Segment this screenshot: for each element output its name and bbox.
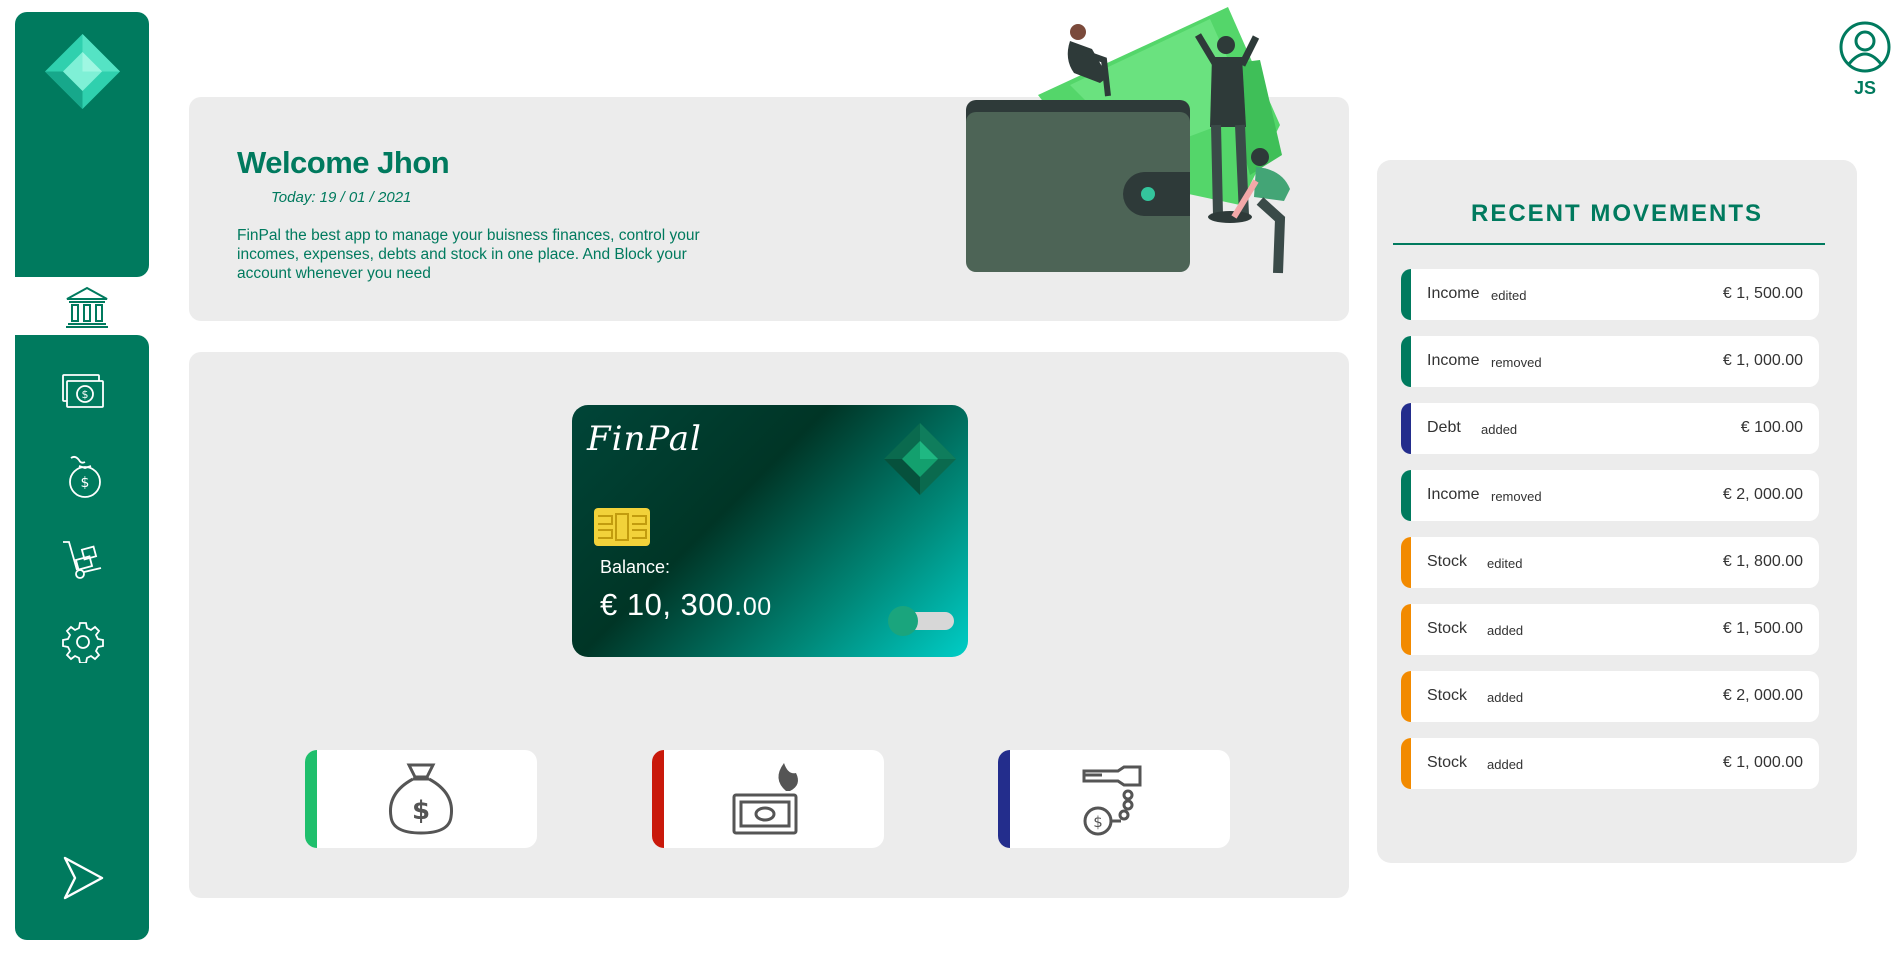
movement-type: Stock [1427,687,1468,704]
user-avatar[interactable]: JS [1838,20,1892,100]
movement-action: edited [1491,288,1527,303]
user-icon [1839,21,1891,73]
movement-item[interactable]: Stock added € 1, 000.00 [1401,738,1819,789]
movement-amount: € 1, 800.00 [1722,553,1803,570]
movement-amount: € 2, 000.00 [1722,486,1803,503]
recent-movements-panel: RECENT MOVEMENTS Income edited € 1, 500.00… [1377,160,1857,863]
send-icon[interactable] [55,850,111,906]
add-expense-button[interactable] [652,750,884,848]
balance-main: € 10, 300. [600,587,743,622]
block-account-toggle[interactable] [888,606,954,636]
burning-money-icon [652,750,884,848]
recent-movements-title: RECENT MOVEMENTS [1470,200,1763,227]
movement-type: Stock [1427,553,1468,570]
svg-text:$: $ [412,796,430,826]
balance-label: Balance: [600,557,671,577]
movement-type: Income [1427,352,1480,369]
bank-icon[interactable] [55,285,119,329]
movement-item[interactable]: Debt added € 100.00 [1401,403,1819,454]
movement-item[interactable]: Income edited € 1, 500.00 [1401,269,1819,320]
movement-action: added [1487,690,1524,705]
movement-item[interactable]: Stock added € 2, 000.00 [1401,671,1819,722]
balance-card: FinPal Balance: € 10, 300.00 [572,405,968,657]
today-date: Today: 19 / 01 / 2021 [271,189,412,206]
hand-truck-icon[interactable] [55,534,111,584]
svg-text:$: $ [81,475,90,491]
movement-action: added [1487,757,1524,772]
money-bill-icon[interactable]: $ [55,370,111,414]
svg-text:$: $ [1093,813,1103,831]
money-bag-icon[interactable]: $ [55,452,111,502]
balance-value: € 10, 300.00 [600,587,772,623]
movement-category-stripe [1401,403,1411,454]
movement-action: edited [1487,556,1523,571]
movement-type: Stock [1427,620,1468,637]
movement-type: Debt [1427,419,1461,436]
movement-item[interactable]: Income removed € 1, 000.00 [1401,336,1819,387]
svg-text:$: $ [82,388,89,401]
movement-type: Income [1427,486,1480,503]
movement-category-stripe [1401,269,1411,320]
balance-cents: 00 [742,593,772,621]
add-debt-button[interactable]: $ [998,750,1230,848]
movement-category-stripe [1401,537,1411,588]
movement-amount: € 100.00 [1740,419,1803,436]
chained-money-icon: $ [998,750,1230,848]
welcome-title: Welcome Jhon [237,145,450,180]
movement-amount: € 1, 500.00 [1722,620,1803,637]
movement-item[interactable]: Income removed € 2, 000.00 [1401,470,1819,521]
toggle-knob [888,606,918,636]
movement-action: added [1481,422,1518,437]
movement-action: removed [1491,355,1542,370]
add-income-button[interactable]: $ [305,750,537,848]
movement-category-stripe [1401,604,1411,655]
movement-category-stripe [1401,336,1411,387]
money-bag-icon: $ [305,750,537,848]
movement-category-stripe [1401,671,1411,722]
user-initials: JS [1853,78,1877,98]
movement-amount: € 1, 000.00 [1722,352,1803,369]
card-logo-icon [884,423,956,495]
title-divider [1393,243,1825,245]
movement-item[interactable]: Stock added € 1, 500.00 [1401,604,1819,655]
movement-action: removed [1491,489,1542,504]
movement-action: added [1487,623,1524,638]
movement-type: Stock [1427,754,1468,771]
movement-category-stripe [1401,470,1411,521]
movement-type: Income [1427,285,1480,302]
movement-category-stripe [1401,738,1411,789]
movement-amount: € 1, 000.00 [1722,754,1803,771]
card-chip-icon [594,508,650,546]
wallet-illustration [960,5,1320,280]
movement-item[interactable]: Stock edited € 1, 800.00 [1401,537,1819,588]
finpal-logo-icon[interactable] [45,34,120,109]
gear-icon[interactable] [55,617,111,667]
welcome-description: FinPal the best app to manage your buisn… [237,227,700,282]
sidebar: $ $ [15,12,149,940]
movement-amount: € 2, 000.00 [1722,687,1803,704]
movement-amount: € 1, 500.00 [1722,285,1803,302]
card-brand: FinPal [587,419,702,459]
